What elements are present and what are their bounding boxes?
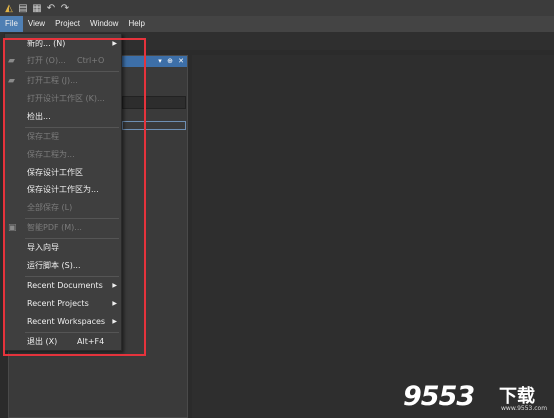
app-logo-icon: ◭ xyxy=(5,2,13,14)
menu-separator xyxy=(25,127,119,128)
submenu-arrow-icon: ▶ xyxy=(112,300,117,307)
menu-item-save-project[interactable]: 保存工程 xyxy=(5,129,121,145)
redo-icon[interactable]: ↷ xyxy=(59,2,71,14)
menu-item-save-project-as[interactable]: 保存工程为... xyxy=(5,147,121,163)
watermark-number: 9553 xyxy=(403,381,475,412)
panel-selected-row[interactable] xyxy=(122,121,186,130)
menu-item-label: 新的... (N) xyxy=(27,39,66,48)
menu-item-recent-workspaces[interactable]: Recent Workspaces ▶ xyxy=(5,314,121,330)
menu-separator xyxy=(25,332,119,333)
menu-item-recent-documents[interactable]: Recent Documents ▶ xyxy=(5,278,121,294)
menu-item-save-workspace-as[interactable]: 保存设计工作区为... xyxy=(5,182,121,198)
menu-item-open-workspace[interactable]: 打开设计工作区 (K)... xyxy=(5,91,121,107)
menu-item-label: 运行脚本 (S)... xyxy=(27,261,81,270)
menu-item-import-wizard[interactable]: 导入向导 xyxy=(5,240,121,256)
menu-file[interactable]: File xyxy=(0,16,23,32)
editor-area xyxy=(192,55,554,418)
menu-item-recent-projects[interactable]: Recent Projects ▶ xyxy=(5,296,121,312)
menu-item-run-script[interactable]: 运行脚本 (S)... xyxy=(5,258,121,274)
folder-icon: ▰ xyxy=(8,56,15,66)
menu-view[interactable]: View xyxy=(23,16,50,32)
undo-icon[interactable]: ↶ xyxy=(45,2,57,14)
pdf-icon: ▣ xyxy=(8,223,17,233)
menu-item-label: 打开设计工作区 (K)... xyxy=(27,94,105,103)
menu-item-smart-pdf[interactable]: ▣ 智能PDF (M)... xyxy=(5,220,121,236)
save-all-icon[interactable]: ▦ xyxy=(31,2,43,14)
menu-item-label: 全部保存 (L) xyxy=(27,203,73,212)
menu-project[interactable]: Project xyxy=(50,16,85,32)
copy-icon[interactable]: ▤ xyxy=(17,2,29,14)
watermark-sub: www.9553.com xyxy=(501,405,548,412)
menu-icon[interactable]: ⊕ xyxy=(166,56,174,67)
menu-item-label: Recent Projects xyxy=(27,299,89,308)
menu-item-label: 检出... xyxy=(27,112,51,121)
menu-separator xyxy=(25,218,119,219)
menu-separator xyxy=(25,71,119,72)
menu-item-new[interactable]: 新的... (N) ▶ xyxy=(5,36,121,52)
menu-item-open-project[interactable]: ▰ 打开工程 (J)... xyxy=(5,73,121,89)
menu-item-label: 保存设计工作区为... xyxy=(27,185,99,194)
menu-item-label: 退出 (X) xyxy=(27,337,58,346)
menu-item-exit[interactable]: 退出 (X) Alt+F4 xyxy=(5,334,121,350)
menu-item-label: 打开 (O)... xyxy=(27,56,66,65)
menu-item-label: 保存工程 xyxy=(27,132,59,141)
menu-item-label: 导入向导 xyxy=(27,243,59,252)
menu-separator xyxy=(25,238,119,239)
menu-item-checkout[interactable]: 检出... xyxy=(5,109,121,125)
submenu-arrow-icon: ▶ xyxy=(112,282,117,289)
quick-access-toolbar: ◭ ▤ ▦ ↶ ↷ xyxy=(0,0,554,16)
menu-item-save-workspace[interactable]: 保存设计工作区 xyxy=(5,165,121,181)
menu-item-label: 打开工程 (J)... xyxy=(27,76,78,85)
menu-bar: File View Project Window Help xyxy=(0,16,554,32)
watermark-logo: 9553 下载 www.9553.com xyxy=(403,381,551,413)
menu-item-shortcut: Alt+F4 xyxy=(77,337,105,346)
menu-item-label: Recent Documents xyxy=(27,281,103,290)
file-menu-dropdown: 新的... (N) ▶ ▰ 打开 (O)... Ctrl+O ▰ 打开工程 (J… xyxy=(4,33,122,351)
menu-item-label: 保存设计工作区 xyxy=(27,168,83,177)
submenu-arrow-icon: ▶ xyxy=(112,40,117,47)
pin-icon[interactable]: ▾ xyxy=(156,56,164,67)
menu-separator xyxy=(25,276,119,277)
menu-item-open[interactable]: ▰ 打开 (O)... Ctrl+O xyxy=(5,53,121,69)
menu-item-label: Recent Workspaces xyxy=(27,317,106,326)
project-icon: ▰ xyxy=(8,76,15,86)
menu-item-label: 智能PDF (M)... xyxy=(27,223,82,232)
submenu-arrow-icon: ▶ xyxy=(112,318,117,325)
menu-item-label: 保存工程为... xyxy=(27,150,75,159)
menu-help[interactable]: Help xyxy=(123,16,149,32)
menu-item-shortcut: Ctrl+O xyxy=(77,56,105,65)
menu-window[interactable]: Window xyxy=(85,16,123,32)
close-icon[interactable]: ✕ xyxy=(177,56,185,67)
menu-item-save-all[interactable]: 全部保存 (L) xyxy=(5,200,121,216)
panel-search-field[interactable] xyxy=(122,96,186,109)
